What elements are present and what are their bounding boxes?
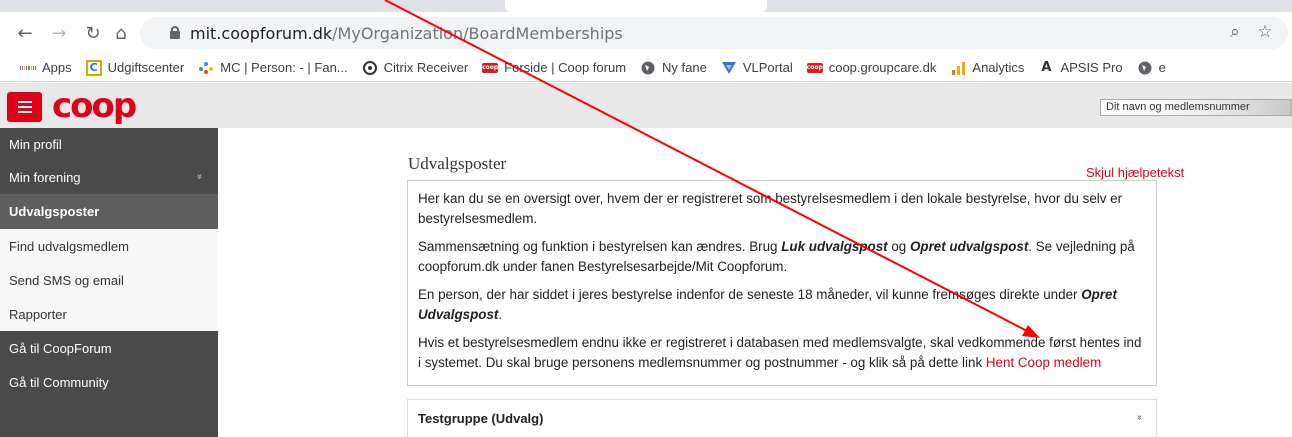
bookmark-label: Udgiftscenter bbox=[107, 60, 185, 75]
bookmark-e[interactable]: e bbox=[1137, 60, 1166, 76]
back-icon[interactable]: ← bbox=[12, 20, 38, 46]
bookmark-analytics[interactable]: Analytics bbox=[950, 60, 1024, 76]
bookmark-label: VLPortal bbox=[742, 60, 793, 75]
help-paragraph: Hvis et bestyrelsesmedlem endnu ikke er … bbox=[418, 333, 1146, 373]
bookmark-label: Apps bbox=[42, 60, 72, 75]
sidebar-item-community[interactable]: Gå til Community bbox=[0, 365, 218, 399]
url-path: /MyOrganization/BoardMemberships bbox=[332, 24, 623, 43]
bookmark-vlportal[interactable]: VLPortal bbox=[721, 60, 793, 76]
citrix-icon bbox=[362, 60, 378, 76]
active-browser-tab[interactable] bbox=[505, 0, 767, 12]
bookmark-star-icon[interactable]: ☆ bbox=[1254, 22, 1276, 44]
help-paragraph: Her kan du se en oversigt over, hvem der… bbox=[418, 191, 1123, 226]
sidebar-item-label: Min profil bbox=[9, 136, 62, 152]
sidebar-item-label: Gå til Community bbox=[9, 374, 109, 390]
apps-grid-icon bbox=[20, 60, 37, 76]
bookmark-label: coop.groupcare.dk bbox=[828, 60, 937, 75]
lock-icon bbox=[170, 26, 180, 39]
help-text: En person, der har siddet i jeres bestyr… bbox=[418, 287, 1082, 302]
main-content: Udvalgsposter Skjul hjælpetekst Her kan … bbox=[218, 128, 1292, 437]
bookmark-apsis[interactable]: A APSIS Pro bbox=[1038, 60, 1122, 76]
bookmark-ny-fane[interactable]: Ny fane bbox=[640, 60, 707, 76]
browser-tab-strip bbox=[0, 0, 1292, 12]
group-panel-header[interactable]: Testgruppe (Udvalg) » bbox=[407, 399, 1157, 437]
bookmark-label: Forside | Coop forum bbox=[504, 60, 627, 75]
coop-icon: coop bbox=[806, 62, 823, 73]
bookmark-label: APSIS Pro bbox=[1060, 60, 1123, 75]
sidebar-item-find-udvalgsmedlem[interactable]: Find udvalgsmedlem bbox=[0, 229, 218, 263]
help-paragraph: En person, der har siddet i jeres bestyr… bbox=[418, 285, 1146, 325]
udgiftscenter-icon: C bbox=[85, 59, 102, 76]
coop-logo[interactable]: coop bbox=[52, 86, 137, 126]
url-text[interactable]: mit.coopforum.dk/MyOrganization/BoardMem… bbox=[190, 24, 623, 43]
sidebar-item-label: Find udvalgsmedlem bbox=[9, 238, 129, 254]
sidebar-item-rapporter[interactable]: Rapporter bbox=[0, 297, 218, 331]
bookmark-citrix[interactable]: Citrix Receiver bbox=[362, 60, 469, 76]
sidebar-nav: Min profil Min forening » Udvalgsposter … bbox=[0, 128, 218, 437]
apsis-icon: A bbox=[1041, 60, 1052, 75]
vlportal-icon bbox=[721, 60, 737, 76]
url-host: mit.coopforum.dk bbox=[190, 24, 333, 43]
user-name-member-number[interactable]: Dit navn og medlemsnummer bbox=[1100, 99, 1292, 116]
bookmark-coop-forum[interactable]: coop Forside | Coop forum bbox=[482, 60, 626, 75]
analytics-icon bbox=[950, 60, 966, 76]
bookmark-apps[interactable]: Apps bbox=[20, 60, 72, 76]
help-text: og bbox=[887, 239, 910, 254]
hent-coop-medlem-link[interactable]: Hent Coop medlem bbox=[986, 355, 1101, 370]
sidebar-item-min-forening[interactable]: Min forening » bbox=[0, 160, 218, 194]
help-text-box: Her kan du se en oversigt over, hvem der… bbox=[407, 180, 1157, 386]
group-title: Testgruppe (Udvalg) bbox=[418, 411, 544, 426]
globe-icon bbox=[1137, 60, 1153, 76]
bookmark-groupcare[interactable]: coop coop.groupcare.dk bbox=[807, 60, 937, 75]
hide-help-text-link[interactable]: Skjul hjælpetekst bbox=[1086, 165, 1184, 180]
chevron-down-icon: » bbox=[193, 173, 205, 180]
bookmark-mc-person[interactable]: MC | Person: - | Fan... bbox=[198, 60, 348, 76]
sidebar-item-label: Rapporter bbox=[9, 306, 67, 322]
reload-icon[interactable]: ↻ bbox=[80, 20, 106, 46]
bookmarks-bar: Apps C Udgiftscenter MC | Person: - | Fa… bbox=[0, 54, 1292, 82]
bookmark-label: MC | Person: - | Fan... bbox=[220, 60, 348, 75]
bookmark-label: Citrix Receiver bbox=[383, 60, 469, 75]
opret-udvalgspost-term: Opret udvalgspost bbox=[909, 239, 1029, 254]
help-text: . bbox=[498, 307, 503, 322]
sidebar-item-label: Send SMS og email bbox=[9, 272, 124, 288]
luk-udvalgspost-term: Luk udvalgspost bbox=[781, 239, 888, 254]
sidebar-item-send-sms[interactable]: Send SMS og email bbox=[0, 263, 218, 297]
sidebar-item-label: Udvalgsposter bbox=[9, 204, 100, 219]
bookmark-label: Ny fane bbox=[662, 60, 707, 75]
bookmark-label: Analytics bbox=[972, 60, 1025, 75]
sidebar-item-udvalgsposter[interactable]: Udvalgsposter bbox=[0, 194, 218, 229]
site-header: coop Dit navn og medlemsnummer bbox=[0, 83, 1292, 128]
address-bar[interactable]: mit.coopforum.dk/MyOrganization/BoardMem… bbox=[140, 17, 1288, 49]
sidebar-item-label: Gå til CoopForum bbox=[9, 340, 112, 356]
home-icon[interactable]: ⌂ bbox=[108, 20, 134, 46]
sidebar-item-coopforum[interactable]: Gå til CoopForum bbox=[0, 331, 218, 365]
browser-toolbar: ← → ↻ ⌂ mit.coopforum.dk/MyOrganization/… bbox=[0, 12, 1292, 54]
chevron-down-icon: » bbox=[1133, 414, 1145, 421]
help-text: Sammensætning og funktion i bestyrelsen … bbox=[418, 239, 782, 254]
help-paragraph: Sammensætning og funktion i bestyrelsen … bbox=[418, 237, 1146, 277]
hamburger-menu-icon[interactable] bbox=[7, 92, 42, 122]
bookmark-udgiftscenter[interactable]: C Udgiftscenter bbox=[85, 59, 185, 76]
sidebar-item-label: Min forening bbox=[9, 169, 81, 185]
page-title: Udvalgsposter bbox=[408, 154, 507, 173]
forward-icon[interactable]: → bbox=[46, 20, 72, 46]
zoom-icon[interactable]: ⌕ bbox=[1224, 22, 1246, 44]
sidebar-item-min-profil[interactable]: Min profil bbox=[0, 128, 218, 160]
bookmark-label: e bbox=[1158, 60, 1166, 75]
coop-icon: coop bbox=[482, 62, 499, 73]
globe-icon bbox=[640, 60, 656, 76]
mc-dots-icon bbox=[198, 60, 214, 76]
